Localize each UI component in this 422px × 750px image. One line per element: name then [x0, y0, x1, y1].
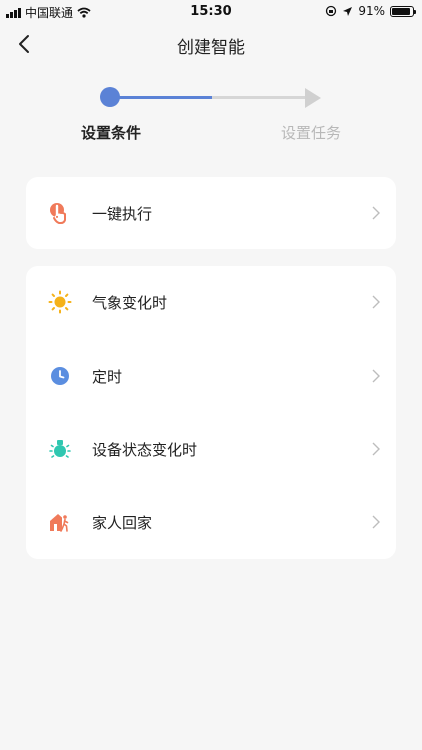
navigation-bar: 创建智能	[0, 24, 422, 64]
device-light-icon	[49, 440, 71, 458]
manual-condition-card: 一键执行	[26, 177, 396, 249]
clock-icon	[51, 367, 69, 385]
condition-label: 家人回家	[92, 514, 153, 532]
auto-condition-card: 气象变化时 定时 设备状态变化时 家人回家	[26, 266, 396, 559]
condition-label: 气象变化时	[92, 294, 168, 312]
battery-icon	[390, 5, 416, 17]
condition-label: 定时	[92, 368, 123, 386]
chevron-right-icon	[372, 295, 380, 309]
condition-device-state-change[interactable]: 设备状态变化时	[26, 413, 396, 485]
condition-timer[interactable]: 定时	[26, 340, 396, 412]
condition-family-home[interactable]: 家人回家	[26, 486, 396, 558]
condition-one-tap-execute[interactable]: 一键执行	[26, 177, 396, 249]
rotation-lock-icon	[326, 5, 337, 17]
condition-label: 一键执行	[92, 205, 153, 223]
progress-stepper: 设置条件 设置任务	[0, 82, 422, 152]
current-step-dot	[100, 87, 120, 107]
stepper-progress-line	[110, 96, 212, 99]
condition-weather-change[interactable]: 气象变化时	[26, 266, 396, 338]
status-right: 91%	[325, 4, 416, 18]
location-arrow-icon	[343, 6, 353, 16]
sun-icon	[48, 290, 72, 314]
battery-percent: 91%	[358, 4, 385, 18]
condition-label: 设备状态变化时	[92, 441, 198, 459]
page-title: 创建智能	[177, 38, 245, 58]
chevron-right-icon	[372, 515, 380, 529]
chevron-right-icon	[372, 369, 380, 383]
chevron-right-icon	[372, 206, 380, 220]
tap-hand-icon	[50, 203, 66, 224]
status-bar: 中国联通 15:30 91%	[0, 0, 422, 24]
chevron-right-icon	[372, 442, 380, 456]
home-walk-icon	[50, 514, 69, 532]
step-label-conditions: 设置条件	[80, 124, 141, 142]
stepper-remaining-line	[212, 96, 308, 99]
step-arrow-icon	[305, 88, 321, 108]
step-label-tasks: 设置任务	[280, 124, 341, 142]
